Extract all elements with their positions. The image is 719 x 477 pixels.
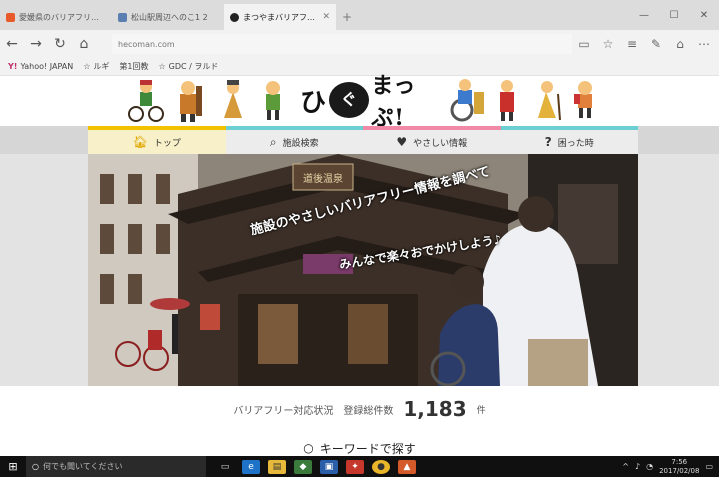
tray-expand-icon[interactable]: ^ [622, 462, 629, 471]
person-illustration [500, 80, 514, 121]
edge-icon[interactable]: e [242, 459, 260, 474]
taskbar-search-placeholder: 何でも聞いてください [42, 462, 123, 471]
url-text: hecoman.com [118, 39, 175, 49]
keyword-search-heading[interactable]: ○ キーワードで探す [0, 440, 719, 456]
stats-label: バリアフリー対応状況 [233, 405, 334, 417]
task-view-icon[interactable]: ▭ [216, 460, 234, 474]
star-icon: ☆ [158, 62, 166, 71]
address-bar-row: ← → ↻ ⌂ hecoman.com ▭ ☆ ≡ ✎ ⌂ ⋯ [0, 30, 719, 58]
tab-label: まつやまバリアフリーマップ情 [243, 12, 318, 22]
stats-unit: 件 [476, 405, 486, 416]
hero-side-right [638, 154, 719, 386]
child-illustration [574, 81, 592, 118]
reading-view-icon[interactable]: ▭ [573, 37, 595, 51]
person-illustration [180, 81, 202, 122]
file-explorer-icon[interactable]: ▤ [268, 459, 286, 474]
taskbar-search-box[interactable]: ○ 何でも聞いてください [26, 456, 206, 477]
clock-time: 7:56 [671, 457, 688, 466]
site-header: ひ ぐ まっぷ! [0, 73, 719, 131]
windows-taskbar: ⊞ ○ 何でも聞いてください ▭ e ▤ ◆ ▣ ✦ ● ▲ ^ ♪ ◔ 7:5… [0, 456, 719, 477]
tab-bar: 愛媛県のバリアフリー子ギ / 1 松山駅周辺へのこ1 2 まつやまバリアフリーマ… [0, 0, 719, 30]
hero-photo: 道後温泉 施設のやさしいバリアフリー情報を調べて みんなで楽々おでかけしよう♪ [88, 154, 638, 386]
network-icon[interactable]: ◔ [646, 462, 653, 471]
nav-top[interactable]: 🏠︎ トップ [88, 126, 226, 154]
minimize-icon[interactable]: — [629, 0, 659, 30]
browser-tab[interactable]: 愛媛県のバリアフリー子ギ / 1 [0, 4, 112, 30]
wheelchair-illustration [450, 79, 484, 122]
logo-text: まっぷ! [371, 73, 417, 131]
favorites-bar: Y! Yahoo! JAPAN ☆ ルギ 第1回教 ☆ GDC / ヲルド [0, 58, 719, 76]
web-note-icon[interactable]: ✎ [645, 37, 667, 51]
favorite-link[interactable]: 第1回教 [119, 61, 148, 72]
notification-icon[interactable]: ▭ [705, 462, 713, 471]
question-icon: ? [544, 135, 552, 149]
cane-person-illustration [538, 81, 561, 121]
browser-tab[interactable]: 松山駅周辺へのこ1 2 [112, 4, 224, 30]
home-browser-icon[interactable]: ⌂ [72, 30, 96, 58]
chrome-icon[interactable]: ● [372, 459, 390, 474]
maximize-icon[interactable]: ☐ [659, 0, 689, 30]
hub-icon[interactable]: ≡ [621, 37, 643, 51]
tab-favicon-icon [230, 12, 239, 22]
windows-start-icon[interactable]: ⊞ [0, 456, 26, 477]
tab-label: 愛媛県のバリアフリー子ギ / 1 [19, 12, 106, 22]
more-icon[interactable]: ⋯ [693, 37, 715, 51]
app-icon[interactable]: ▲ [398, 459, 416, 474]
favorite-link[interactable]: Y! Yahoo! JAPAN [8, 62, 73, 71]
stats-row: バリアフリー対応状況 登録総件数 1,183 件 [0, 396, 719, 422]
app-icon[interactable]: ▣ [320, 459, 338, 474]
browser-tools: ▭ ☆ ≡ ✎ ⌂ ⋯ [573, 30, 715, 58]
stats-count-label: 登録総件数 [343, 405, 394, 417]
person-illustration [224, 80, 242, 118]
home-icon: 🏠︎ [132, 135, 148, 149]
clock-date: 2017/02/08 [659, 466, 700, 475]
browser-tab-active[interactable]: まつやまバリアフリーマップ情 ✕ [224, 4, 336, 30]
onsen-building-illustration: 道後温泉 [88, 154, 638, 386]
taskbar-apps: ▭ e ▤ ◆ ▣ ✦ ● ▲ [216, 459, 416, 474]
system-tray: ^ ♪ ◔ 7:56 2017/02/08 ▭ [622, 456, 713, 477]
url-field[interactable]: hecoman.com [112, 34, 572, 54]
tab-favicon-icon [118, 12, 127, 22]
building-sign: 道後温泉 [303, 172, 343, 185]
favorite-link[interactable]: ☆ GDC / ヲルド [158, 61, 218, 72]
heart-icon: ♥ [396, 135, 408, 149]
favorite-star-icon[interactable]: ☆ [597, 37, 619, 51]
store-icon[interactable]: ◆ [294, 459, 312, 474]
star-icon: ☆ [83, 62, 91, 71]
logo-mark: ひ [300, 87, 328, 118]
new-tab-button[interactable]: + [336, 4, 358, 30]
logo-blob: ぐ [329, 82, 370, 118]
close-tab-icon[interactable]: ✕ [322, 12, 330, 22]
search-circle-icon: ○ [303, 441, 314, 455]
yahoo-icon: Y! [8, 62, 18, 71]
site-logo[interactable]: ひ ぐ まっぷ! [300, 73, 440, 131]
global-nav: 🏠︎ トップ ⌕ 施設検索 ♥ やさしい情報 ? 困った時 [0, 126, 719, 154]
back-arrow-icon[interactable]: ← [0, 30, 24, 58]
stats-count: 1,183 [403, 397, 467, 421]
refresh-icon[interactable]: ↻ [48, 30, 72, 58]
forward-arrow-icon[interactable]: → [24, 30, 48, 58]
cyclist-illustration [128, 80, 164, 122]
app-icon[interactable]: ✦ [346, 459, 364, 474]
nav-kind-info[interactable]: ♥ やさしい情報 [363, 126, 501, 154]
hero-side-left [0, 154, 88, 386]
share-icon[interactable]: ⌂ [669, 37, 691, 51]
nav-facility-search[interactable]: ⌕ 施設検索 [225, 126, 363, 154]
close-icon[interactable]: ✕ [689, 0, 719, 30]
child-illustration [266, 81, 280, 120]
favorite-link[interactable]: ☆ ルギ [83, 61, 109, 72]
tab-label: 松山駅周辺へのこ1 2 [131, 12, 208, 22]
search-icon: ⌕ [269, 134, 277, 149]
keyword-search-label: キーワードで探す [319, 441, 416, 456]
nav-help[interactable]: ? 困った時 [500, 126, 638, 154]
cortana-icon: ○ [32, 462, 39, 471]
volume-icon[interactable]: ♪ [635, 462, 640, 471]
window-controls: — ☐ ✕ [629, 0, 719, 30]
tab-favicon-icon [6, 12, 15, 22]
clock[interactable]: 7:56 2017/02/08 [659, 458, 699, 476]
